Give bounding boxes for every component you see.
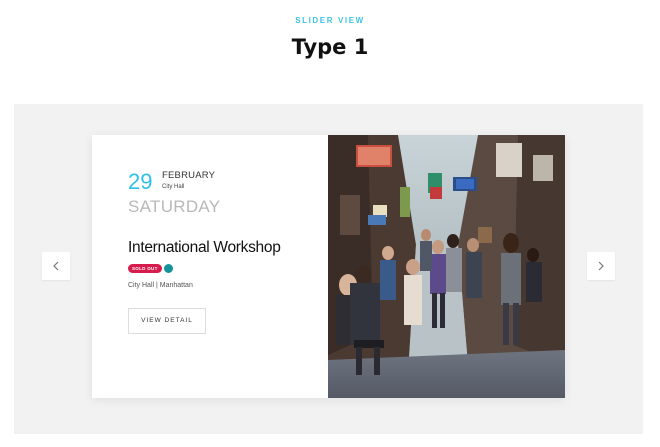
chevron-right-icon <box>598 261 604 271</box>
event-title[interactable]: International Workshop <box>128 239 281 257</box>
event-card: 29 FEBRUARY City Hall SATURDAY Internati… <box>92 135 565 398</box>
event-info: 29 FEBRUARY City Hall SATURDAY Internati… <box>92 135 328 398</box>
event-image[interactable] <box>328 135 565 398</box>
sold-out-badge: SOLD OUT <box>128 264 162 273</box>
slider-prev-button[interactable] <box>42 252 70 280</box>
view-detail-button[interactable]: VIEW DETAIL <box>128 308 206 334</box>
event-month: FEBRUARY <box>162 170 216 181</box>
event-day: 29 <box>128 169 153 194</box>
slider-next-button[interactable] <box>587 252 615 280</box>
event-venue-small: City Hall <box>162 184 185 190</box>
page-title: Type 1 <box>291 35 369 59</box>
section-eyebrow: SLIDER VIEW <box>295 16 365 25</box>
chevron-left-icon <box>53 261 59 271</box>
event-weekday: SATURDAY <box>128 197 221 216</box>
status-dot <box>164 264 173 273</box>
event-location: City Hall | Manhattan <box>128 282 193 289</box>
street-photo <box>328 135 565 398</box>
